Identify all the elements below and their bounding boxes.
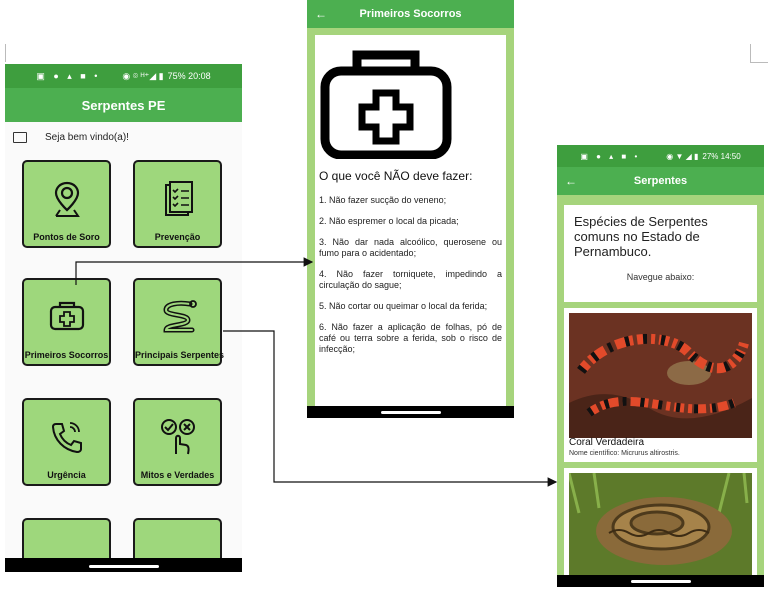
home-indicator[interactable]	[380, 411, 441, 414]
phone-home-screen: ▣ ● ▴ ■ • ◉ ⌾ ᴴ⁺◢ ▮ 75% 20:08 Serpentes …	[5, 64, 242, 572]
list-item: 4. Não fazer torniquete, impedindo a cir…	[319, 269, 502, 290]
snake-card[interactable]	[564, 468, 757, 576]
tile-partial[interactable]	[133, 518, 222, 558]
status-icons: ▣ ● ▴ ■ •	[580, 151, 641, 161]
dont-heading: O que você NÃO deve fazer:	[319, 169, 473, 183]
app-bar: ← Serpentes	[557, 167, 764, 195]
intro-card: Espécies de Serpentes comuns no Estado d…	[564, 205, 757, 302]
tile-principais-serpentes[interactable]: Principais Serpentes	[133, 278, 225, 366]
phone-first-aid-screen: ← Primeiros Socorros O que você NÃO deve…	[307, 0, 514, 418]
nav-bar	[307, 406, 514, 418]
back-arrow-icon[interactable]: ←	[565, 174, 577, 188]
tile-label: Prevenção	[154, 232, 201, 242]
snake-name: Coral Verdadeira	[569, 437, 645, 448]
page-title: Primeiros Socorros	[359, 8, 462, 20]
intro-heading: Espécies de Serpentes comuns no Estado d…	[574, 214, 708, 259]
list-item: 6. Não fazer a aplicação de folhas, pó d…	[319, 322, 502, 354]
tile-prevencao[interactable]: Prevenção	[133, 160, 222, 248]
tile-label: Pontos de Soro	[33, 232, 100, 242]
list-item: 3. Não dar nada alcoólico, querosene ou …	[319, 237, 502, 258]
page-title: Serpentes PE	[81, 97, 166, 113]
page-title: Serpentes	[633, 175, 688, 187]
status-bar: ▣ ● ▴ ■ • ◉ ▼ ◢ ▮ 27% 14:50	[557, 145, 764, 167]
monitor-icon	[13, 132, 27, 143]
signal-icons: ◉ ⌾ ᴴ⁺◢ ▮	[122, 70, 164, 81]
app-bar: Serpentes PE	[5, 88, 242, 122]
home-indicator[interactable]	[630, 580, 691, 583]
tile-partial[interactable]	[22, 518, 111, 558]
snake-card[interactable]: Coral Verdadeira Nome científico: Micrur…	[564, 308, 757, 462]
checklist-icon	[164, 181, 193, 216]
app-bar: ← Primeiros Socorros	[307, 0, 514, 28]
phone-call-icon	[51, 422, 82, 454]
snake-icon	[162, 300, 197, 333]
nav-bar	[5, 558, 242, 572]
first-aid-card: O que você NÃO deve fazer: 1. Não fazer …	[315, 35, 506, 407]
status-icons: ▣ ● ▴ ■ •	[36, 70, 101, 81]
rattlesnake-image	[569, 473, 752, 576]
first-aid-kit-icon	[320, 50, 452, 159]
status-bar: ▣ ● ▴ ■ • ◉ ⌾ ᴴ⁺◢ ▮ 75% 20:08	[5, 64, 242, 88]
tile-label: Principais Serpentes	[135, 350, 225, 360]
signal-icons: ◉ ▼ ◢ ▮	[666, 151, 699, 161]
list-item: 5. Não cortar ou queimar o local da feri…	[319, 301, 488, 311]
tile-label: Mitos e Verdades	[140, 470, 215, 480]
status-time: 75% 20:08	[167, 71, 211, 81]
first-aid-kit-icon	[49, 301, 84, 331]
list-item: 2. Não espremer o local da picada;	[319, 216, 459, 226]
home-indicator[interactable]	[88, 565, 159, 568]
welcome-text: Seja bem vindo(a)!	[45, 132, 129, 143]
tile-pontos-de-soro[interactable]: Pontos de Soro	[22, 160, 111, 248]
list-item: 1. Não fazer sucção do veneno;	[319, 195, 447, 205]
instruction-list: 1. Não fazer sucção do veneno; 2. Não es…	[319, 195, 502, 365]
coral-snake-image	[569, 313, 752, 438]
tile-urgencia[interactable]: Urgência	[22, 398, 111, 486]
intro-subtitle: Navegue abaixo:	[626, 272, 695, 282]
corner-mark	[5, 44, 6, 62]
snake-scientific-name: Nome científico: Micrurus altirostris.	[569, 450, 680, 457]
tile-label: Primeiros Socorros	[24, 350, 109, 360]
tile-mitos-e-verdades[interactable]: Mitos e Verdades	[133, 398, 222, 486]
nav-bar	[557, 575, 764, 587]
phone-snakes-screen: ▣ ● ▴ ■ • ◉ ▼ ◢ ▮ 27% 14:50 ← Serpentes …	[557, 145, 764, 587]
true-false-icon	[160, 419, 195, 455]
tile-label: Urgência	[47, 470, 86, 480]
corner-mark	[750, 44, 751, 62]
corner-mark	[750, 62, 768, 63]
back-arrow-icon[interactable]: ←	[315, 7, 327, 21]
map-pin-icon	[54, 181, 80, 217]
status-time: 27% 14:50	[702, 151, 741, 161]
welcome-row: Seja bem vindo(a)!	[13, 132, 129, 143]
tile-primeiros-socorros[interactable]: Primeiros Socorros	[22, 278, 111, 366]
